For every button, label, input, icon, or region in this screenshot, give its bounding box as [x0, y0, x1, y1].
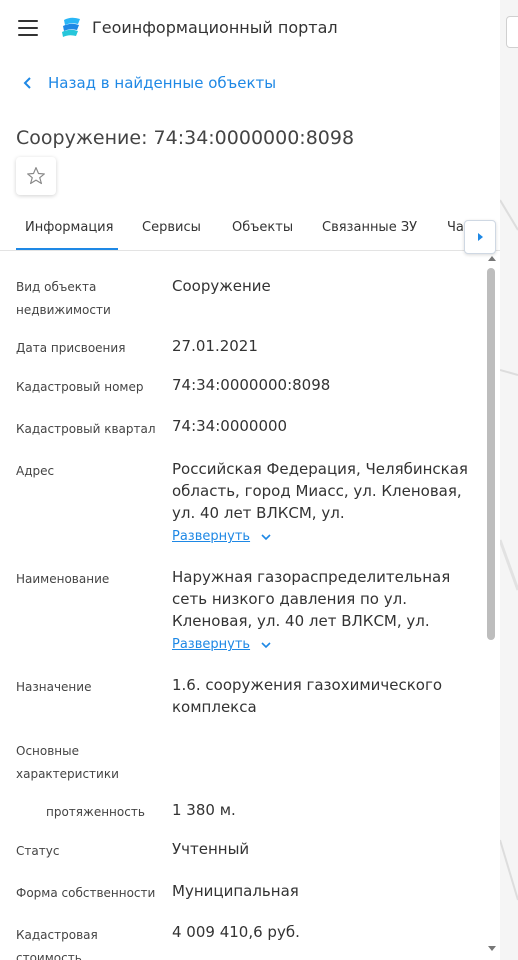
field-label: Кадастровая стоимость — [16, 928, 98, 960]
tab-objects[interactable]: Объекты — [232, 220, 293, 235]
tab-information[interactable]: Информация — [25, 220, 113, 235]
tabs-scroll-right-button[interactable] — [464, 220, 496, 254]
field-value: 1 380 м. — [172, 801, 236, 819]
name-value: Наружная газораспределительная сеть низк… — [172, 568, 451, 630]
field-label: Статус — [16, 844, 60, 858]
favorite-button[interactable] — [16, 157, 56, 195]
hamburger-icon[interactable] — [18, 20, 38, 36]
map-background[interactable] — [499, 0, 518, 960]
field-value: 1.6. сооружения газохимического комплекс… — [172, 676, 443, 716]
tab-services[interactable]: Сервисы — [142, 220, 201, 235]
field-label: Дата присвоения — [16, 341, 126, 355]
scroll-up-arrow[interactable] — [488, 256, 496, 261]
address-value: Российская Федерация, Челябинская област… — [172, 460, 468, 522]
app-title: Геоинформационный портал — [92, 18, 338, 37]
field-value: Муниципальная — [172, 882, 299, 900]
expand-label: Развернуть — [172, 637, 251, 652]
expand-address-link[interactable]: Развернуть — [172, 526, 272, 548]
field-label: Форма собственности — [16, 886, 156, 900]
field-label: Основные характеристики — [16, 744, 119, 781]
field-label: Кадастровый квартал — [16, 422, 156, 436]
field-value: 4 009 410,6 руб. — [172, 923, 300, 941]
field-label: Назначение — [16, 680, 92, 694]
field-label: Адрес — [16, 464, 55, 478]
map-lines — [500, 199, 518, 901]
scrollbar-thumb[interactable] — [487, 268, 495, 640]
app-header: Геоинформационный портал — [0, 0, 500, 56]
field-value: 74:34:0000000:8098 — [172, 376, 331, 394]
tab-bar: Информация Сервисы Объекты Связанные ЗУ … — [0, 206, 500, 254]
expand-name-link[interactable]: Развернуть — [172, 634, 272, 656]
back-link-label: Назад в найденные объекты — [48, 74, 277, 92]
back-to-results-link[interactable]: Назад в найденные объекты — [22, 74, 276, 92]
chevron-left-icon — [23, 77, 31, 89]
map-control-button[interactable] — [506, 16, 518, 48]
scroll-down-arrow[interactable] — [488, 946, 496, 951]
info-panel: Геоинформационный портал Назад в найденн… — [0, 0, 500, 960]
field-value-wrap: Российская Федерация, Челябинская област… — [172, 458, 472, 548]
field-value: 27.01.2021 — [172, 337, 258, 355]
portal-logo-icon — [62, 17, 80, 37]
page-title: Сооружение: 74:34:0000000:8098 — [16, 126, 355, 149]
field-label: протяженность — [46, 805, 145, 819]
field-value-wrap: Наружная газораспределительная сеть низк… — [172, 566, 472, 656]
star-outline-icon — [27, 167, 45, 185]
object-info-list: Вид объекта недвижимости Сооружение Дата… — [0, 250, 486, 960]
field-label: Наименование — [16, 572, 110, 586]
caret-right-icon — [478, 233, 483, 241]
field-value: Учтенный — [172, 840, 250, 858]
tab-parts[interactable]: Ча — [447, 220, 464, 235]
expand-label: Развернуть — [172, 529, 251, 544]
chevron-down-icon — [261, 642, 271, 649]
field-label: Вид объекта недвижимости — [16, 280, 111, 317]
field-value: Сооружение — [172, 277, 271, 295]
chevron-down-icon — [261, 534, 271, 541]
tab-related-land[interactable]: Связанные ЗУ — [322, 220, 417, 235]
field-label: Кадастровый номер — [16, 380, 144, 394]
field-value: 74:34:0000000 — [172, 417, 288, 435]
